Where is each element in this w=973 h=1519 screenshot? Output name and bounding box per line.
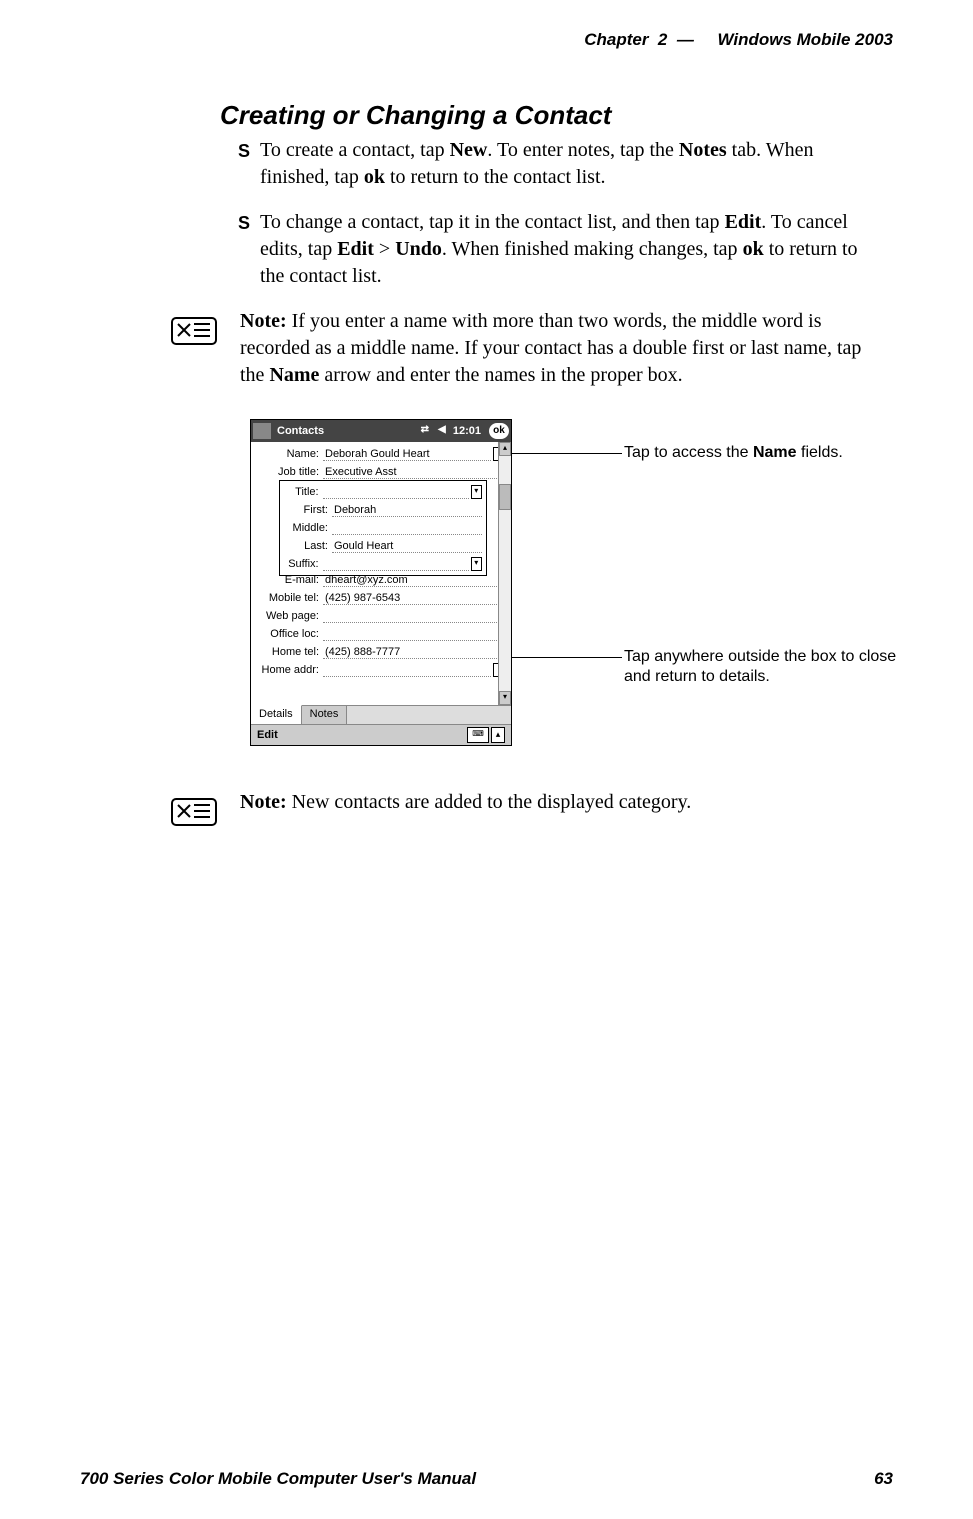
input-panel-toggle[interactable]: ▴ <box>491 727 505 743</box>
volume-icon[interactable]: ◀ <box>435 424 449 438</box>
chapter-number: 2 <box>658 30 667 49</box>
webpage-input[interactable] <box>323 610 507 623</box>
bold-notes: Notes <box>679 139 727 161</box>
text: . When finished making changes, tap <box>442 238 743 260</box>
bold-new: New <box>450 139 488 161</box>
popup-first-input[interactable] <box>332 504 482 517</box>
keyboard-icon[interactable]: ⌨ <box>467 727 489 743</box>
form-scrollbar[interactable]: ▴ ▾ <box>498 442 511 705</box>
homeaddr-input[interactable] <box>323 664 491 677</box>
book-section: Windows Mobile 2003 <box>717 30 893 49</box>
ok-button[interactable]: ok <box>489 423 509 439</box>
webpage-label: Web page: <box>255 610 323 622</box>
bold-name: Name <box>753 444 797 461</box>
device-titlebar: Contacts ⇄ ◀ 12:01 ok <box>251 420 511 442</box>
popup-last-label: Last: <box>284 540 332 552</box>
bold-edit: Edit <box>725 211 762 233</box>
name-label: Name: <box>255 448 323 460</box>
popup-suffix-label: Suffix: <box>284 558 323 570</box>
device-screenshot: Contacts ⇄ ◀ 12:01 ok Name: ▾ Job title:… <box>250 419 512 746</box>
jobtitle-input[interactable] <box>323 466 507 479</box>
footer-manual-title: 700 Series Color Mobile Computer User's … <box>80 1469 476 1489</box>
bullet-create-contact: To create a contact, tap New. To enter n… <box>260 137 883 191</box>
chapter-label: Chapter <box>584 30 648 49</box>
officeloc-input[interactable] <box>323 628 507 641</box>
bold-undo: Undo <box>395 238 442 260</box>
callout-name-fields: Tap to access the Name fields. <box>624 443 884 463</box>
text: fields. <box>797 444 843 461</box>
note-icon <box>170 793 220 834</box>
scroll-down-button[interactable]: ▾ <box>499 691 511 705</box>
scroll-up-button[interactable]: ▴ <box>499 442 511 456</box>
popup-middle-input[interactable] <box>332 522 482 535</box>
bold-edit2: Edit <box>337 238 374 260</box>
homeaddr-label: Home addr: <box>255 664 323 676</box>
mobile-label: Mobile tel: <box>255 592 323 604</box>
name-fields-popup: Title: ▾ First: Middle: Last: <box>279 480 487 576</box>
note-label: Note: <box>240 310 287 332</box>
bullet-change-contact: To change a contact, tap it in the conta… <box>260 209 883 290</box>
callout-line-2 <box>512 657 622 658</box>
section-heading: Creating or Changing a Contact <box>220 100 893 131</box>
note-name-fields: Note: If you enter a name with more than… <box>80 308 893 389</box>
text: New contacts are added to the displayed … <box>287 791 692 813</box>
hometel-label: Home tel: <box>255 646 323 658</box>
popup-middle-label: Middle: <box>284 522 332 534</box>
popup-suffix-input[interactable] <box>323 558 469 571</box>
text: arrow and enter the names in the proper … <box>319 364 682 386</box>
bold-ok: ok <box>364 166 385 188</box>
text: to return to the contact list. <box>385 166 606 188</box>
text: > <box>374 238 395 260</box>
name-input[interactable] <box>323 448 491 461</box>
header-dash: — <box>677 30 694 49</box>
text: To create a contact, tap <box>260 139 450 161</box>
menu-bar: Edit ⌨ ▴ <box>251 724 511 745</box>
note-icon <box>170 312 220 353</box>
popup-title-dropdown[interactable]: ▾ <box>471 485 482 499</box>
page-header: Chapter 2 — Windows Mobile 2003 <box>80 30 893 50</box>
note-new-contacts: Note: New contacts are added to the disp… <box>80 789 893 834</box>
clock: 12:01 <box>453 425 481 437</box>
note-label: Note: <box>240 791 287 813</box>
popup-last-input[interactable] <box>332 540 482 553</box>
edit-menu[interactable]: Edit <box>257 729 278 741</box>
officeloc-label: Office loc: <box>255 628 323 640</box>
tab-details[interactable]: Details <box>251 705 302 724</box>
app-title: Contacts <box>277 425 324 437</box>
text: To change a contact, tap it in the conta… <box>260 211 725 233</box>
start-icon[interactable] <box>253 423 271 439</box>
popup-title-label: Title: <box>284 486 323 498</box>
bold-ok2: ok <box>743 238 764 260</box>
scroll-thumb[interactable] <box>499 484 511 510</box>
popup-title-input[interactable] <box>323 486 469 499</box>
tab-strip: Details Notes <box>251 705 511 724</box>
footer-page-number: 63 <box>874 1469 893 1489</box>
popup-suffix-dropdown[interactable]: ▾ <box>471 557 482 571</box>
jobtitle-label: Job title: <box>255 466 323 478</box>
popup-first-label: First: <box>284 504 332 516</box>
hometel-input[interactable] <box>323 646 507 659</box>
callout-line-1 <box>512 453 622 454</box>
connectivity-icon[interactable]: ⇄ <box>418 424 432 438</box>
bold-name: Name <box>269 364 319 386</box>
text: . To enter notes, tap the <box>487 139 679 161</box>
tab-notes[interactable]: Notes <box>302 706 348 724</box>
callout-close-popup: Tap anywhere outside the box to close an… <box>624 647 914 687</box>
mobile-input[interactable] <box>323 592 507 605</box>
text: Tap to access the <box>624 444 753 461</box>
page-footer: 700 Series Color Mobile Computer User's … <box>80 1469 893 1489</box>
